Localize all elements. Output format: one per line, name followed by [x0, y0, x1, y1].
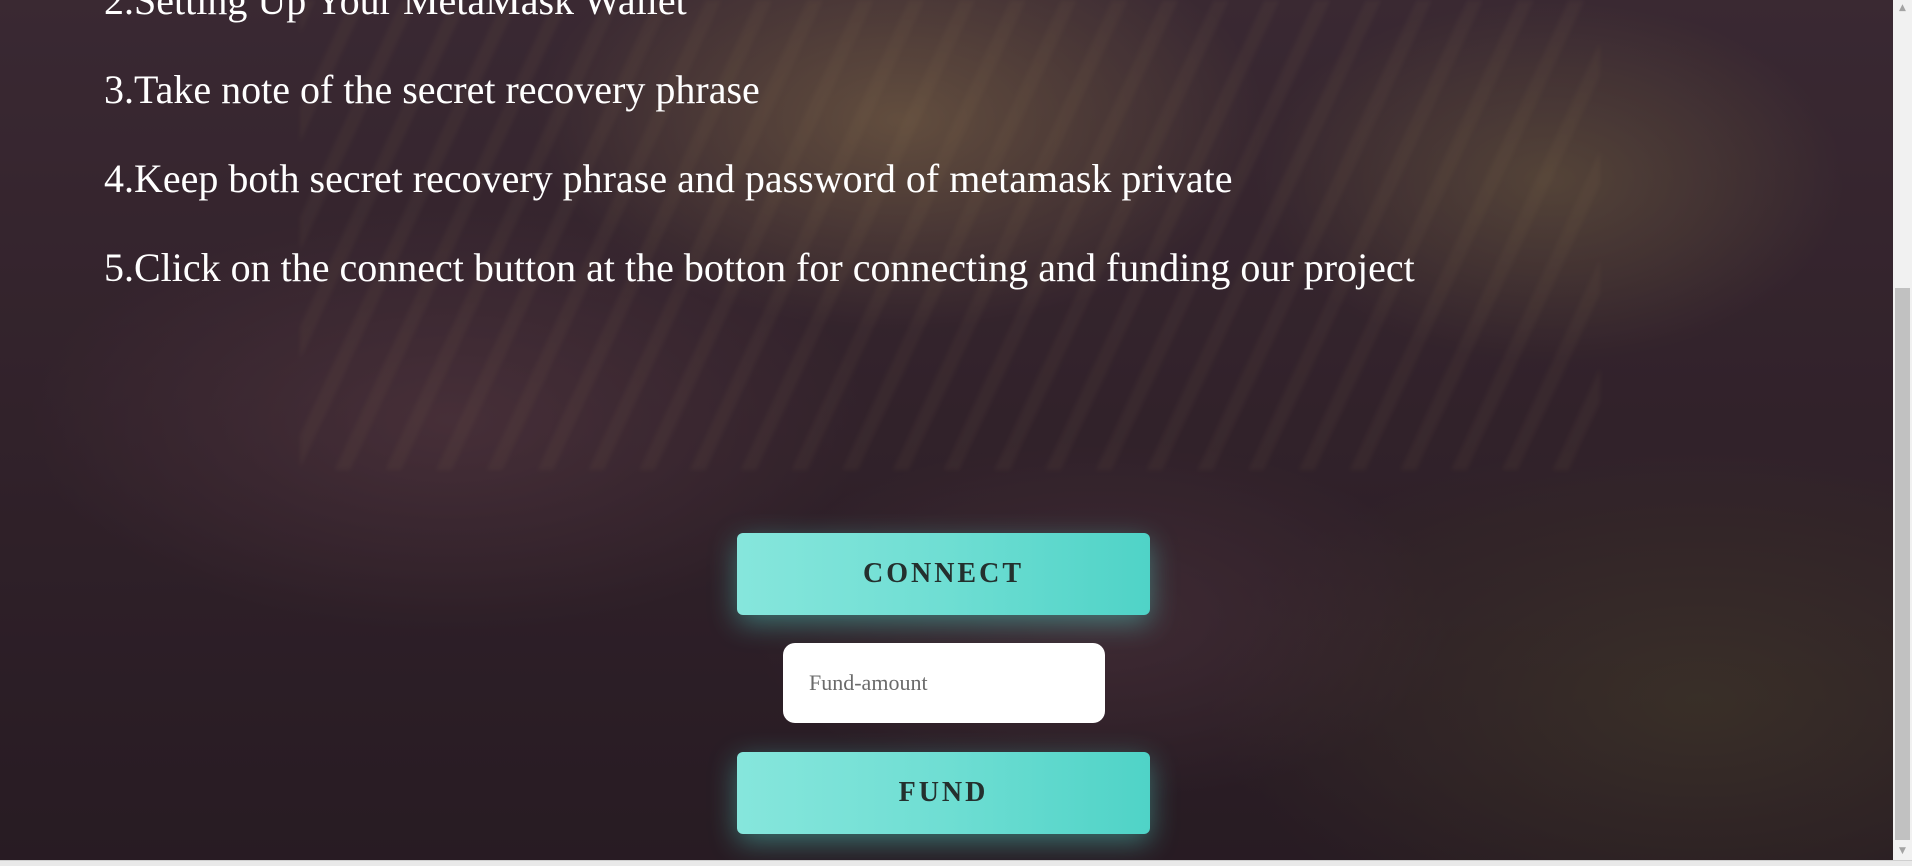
vertical-scrollbar[interactable]: ▲ ▼: [1893, 0, 1912, 860]
triangle-down-icon[interactable]: ▼: [1893, 843, 1912, 860]
fund-button[interactable]: FUND: [737, 752, 1150, 834]
window-bottom-edge: [0, 860, 1912, 866]
instruction-step-4: 4.Keep both secret recovery phrase and p…: [104, 156, 1233, 201]
scrollbar-thumb[interactable]: [1895, 288, 1910, 840]
instruction-step-2: 2.Setting Up Your MetaMask Wallet: [104, 0, 687, 23]
fund-amount-input[interactable]: [783, 643, 1105, 723]
instruction-step-3: 3.Take note of the secret recovery phras…: [104, 67, 760, 112]
triangle-up-icon[interactable]: ▲: [1893, 0, 1912, 17]
instruction-step-5: 5.Click on the connect button at the bot…: [104, 245, 1415, 290]
connect-button[interactable]: CONNECT: [737, 533, 1150, 615]
instruction-list: 2.Setting Up Your MetaMask Wallet 3.Take…: [104, 0, 1415, 334]
page-background: 2.Setting Up Your MetaMask Wallet 3.Take…: [0, 0, 1893, 860]
